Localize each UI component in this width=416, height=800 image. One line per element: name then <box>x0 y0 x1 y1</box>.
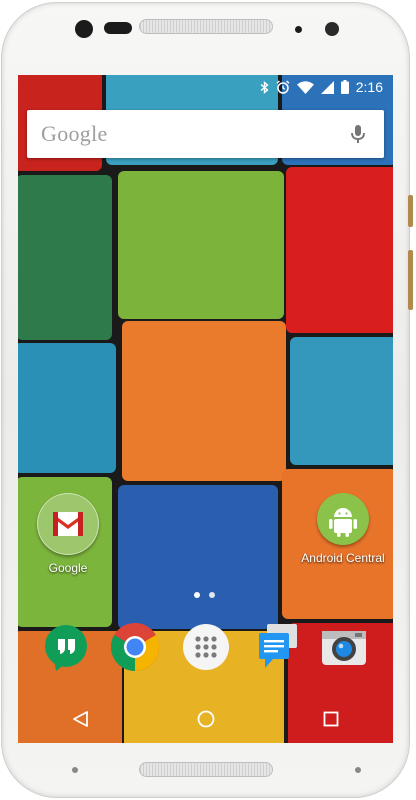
proximity-sensor <box>295 26 302 33</box>
back-button[interactable] <box>57 695 105 743</box>
messaging-icon[interactable] <box>251 621 303 673</box>
chrome-icon[interactable] <box>109 621 161 673</box>
nav-bar <box>18 695 393 743</box>
wifi-icon <box>296 80 314 94</box>
page-indicator <box>194 592 215 598</box>
app-label: Google <box>48 561 88 575</box>
gmail-folder-icon <box>37 493 99 555</box>
android-icon <box>317 493 369 545</box>
microphone-icon[interactable] <box>346 122 370 146</box>
mic-hole-right <box>355 767 361 773</box>
screen: 2:16 Google Google Android Central <box>18 75 393 743</box>
app-drawer-icon[interactable] <box>180 621 232 673</box>
phone-frame: 2:16 Google Google Android Central <box>0 0 416 800</box>
volume-button <box>408 250 413 310</box>
speaker-grille <box>139 762 273 777</box>
power-button <box>408 195 413 227</box>
back-icon <box>72 711 88 727</box>
page-dot-active <box>194 592 200 598</box>
front-sensor <box>75 20 93 38</box>
home-button[interactable] <box>182 695 230 743</box>
status-bar: 2:16 <box>18 75 393 99</box>
app-google-folder[interactable]: Google <box>25 493 111 575</box>
google-search-bar[interactable]: Google <box>27 110 384 158</box>
recents-icon <box>323 711 338 727</box>
page-dot <box>209 592 215 598</box>
camera-icon[interactable] <box>318 621 370 673</box>
front-camera <box>325 22 339 36</box>
google-logo-text: Google <box>41 121 108 146</box>
cellular-icon <box>320 80 334 94</box>
app-label: Android Central <box>301 551 385 565</box>
alarm-icon <box>276 80 290 94</box>
battery-icon <box>340 80 349 94</box>
mic-hole <box>72 767 78 773</box>
recents-button[interactable] <box>307 695 355 743</box>
bluetooth-icon <box>260 80 269 94</box>
earpiece-grille <box>139 19 273 34</box>
app-android-central[interactable]: Android Central <box>291 493 393 565</box>
home-icon <box>197 710 214 728</box>
hangouts-icon[interactable] <box>40 621 92 673</box>
sensor-slot <box>104 22 132 34</box>
status-time: 2:16 <box>355 79 383 95</box>
